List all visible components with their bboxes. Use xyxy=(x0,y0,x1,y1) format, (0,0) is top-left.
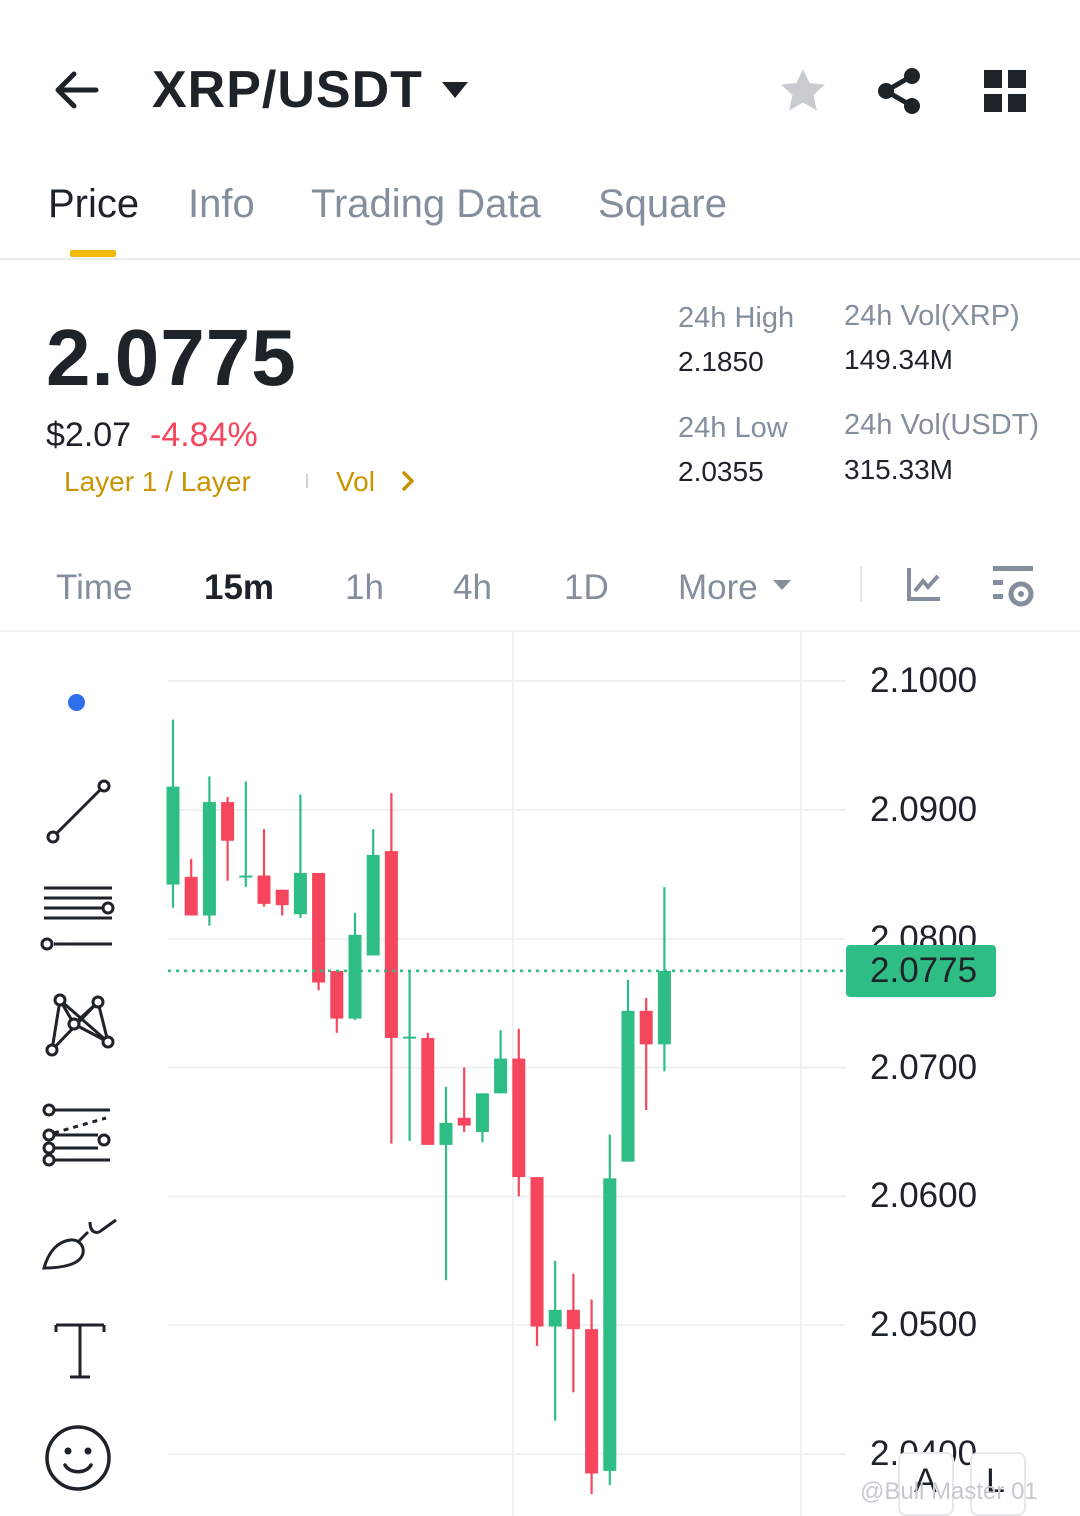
axis-label-2.1000: 2.1000 xyxy=(870,660,978,700)
vol-tag[interactable]: Vol xyxy=(336,466,375,498)
axis-label-2.0900: 2.0900 xyxy=(870,789,978,829)
indicator-chart-icon[interactable] xyxy=(906,566,942,607)
axis-label-2.0500: 2.0500 xyxy=(870,1305,978,1345)
candle-down xyxy=(457,1117,471,1126)
tabs-divider xyxy=(0,258,1080,260)
candle-down xyxy=(330,970,344,1019)
candle-down xyxy=(184,876,198,916)
current-price-tag-text: 2.0775 xyxy=(870,950,978,990)
interval-separator xyxy=(860,566,862,602)
tab-square[interactable]: Square xyxy=(598,182,727,227)
axis-label-2.0600: 2.0600 xyxy=(870,1176,978,1216)
low-label: 24h Low xyxy=(678,412,788,444)
candle-up xyxy=(239,875,253,878)
candle-down xyxy=(566,1309,580,1330)
candle-up xyxy=(603,1178,617,1471)
active-tab-indicator xyxy=(70,250,116,257)
price-change-percent: -4.84% xyxy=(150,416,258,454)
candle-up xyxy=(202,802,216,916)
pair-title[interactable]: XRP/USDT xyxy=(152,60,423,120)
tab-info[interactable]: Info xyxy=(188,182,255,227)
last-price: 2.0775 xyxy=(46,313,297,402)
vol-quote-value: 315.33M xyxy=(844,454,953,485)
more-caret-icon[interactable] xyxy=(772,578,792,597)
candle-down xyxy=(512,1058,526,1178)
tab-price[interactable]: Price xyxy=(48,182,139,227)
interval-15m[interactable]: 15m xyxy=(204,568,274,608)
interval-time[interactable]: Time xyxy=(56,568,132,608)
candle-up xyxy=(621,1010,635,1162)
current-price-tag: 2.0775 xyxy=(846,944,996,997)
share-icon[interactable] xyxy=(874,66,924,121)
dropdown-caret-icon[interactable] xyxy=(440,78,470,107)
candle-down xyxy=(384,851,398,1038)
candle-up xyxy=(475,1093,489,1132)
axis-label-2.0700: 2.0700 xyxy=(870,1047,978,1087)
tag-separator xyxy=(306,474,308,488)
candle-down xyxy=(585,1329,599,1474)
high-value: 2.1850 xyxy=(678,346,764,377)
candle-down xyxy=(221,802,235,841)
candle-up xyxy=(439,1122,453,1145)
vol-quote-label: 24h Vol(USDT) xyxy=(844,409,1040,441)
candle-up xyxy=(403,1036,417,1039)
candle-down xyxy=(275,889,289,906)
category-tag[interactable]: Layer 1 / Layer xyxy=(64,466,251,498)
candle-up xyxy=(348,934,362,1019)
interval-more[interactable]: More xyxy=(678,568,758,608)
star-icon[interactable] xyxy=(778,66,828,121)
grid-icon[interactable] xyxy=(984,70,1026,117)
low-value: 2.0355 xyxy=(678,456,764,487)
chart-settings-icon[interactable] xyxy=(990,564,1036,613)
back-arrow-icon[interactable] xyxy=(50,66,100,119)
vol-base-value: 149.34M xyxy=(844,344,953,375)
candle-up xyxy=(166,786,180,885)
candle-down xyxy=(530,1177,544,1327)
candles xyxy=(166,719,671,1495)
chevron-right-icon[interactable] xyxy=(400,470,416,497)
watermark: @Bull Master 01 xyxy=(860,1478,1038,1505)
interval-1h[interactable]: 1h xyxy=(345,568,384,608)
candle-down xyxy=(639,1010,653,1045)
high-label: 24h High xyxy=(678,302,795,334)
candle-down xyxy=(312,872,326,983)
candle-up xyxy=(366,854,380,956)
tab-trading-data[interactable]: Trading Data xyxy=(311,182,541,227)
candle-up xyxy=(293,872,307,915)
interval-4h[interactable]: 4h xyxy=(453,568,492,608)
candle-up xyxy=(548,1309,562,1327)
usd-price: $2.07 xyxy=(46,416,132,454)
candle-down xyxy=(257,875,271,904)
interval-1d[interactable]: 1D xyxy=(564,568,609,608)
candle-up xyxy=(657,970,671,1045)
vol-base-label: 24h Vol(XRP) xyxy=(844,300,1020,332)
candle-up xyxy=(494,1058,508,1094)
candle-down xyxy=(421,1037,435,1145)
